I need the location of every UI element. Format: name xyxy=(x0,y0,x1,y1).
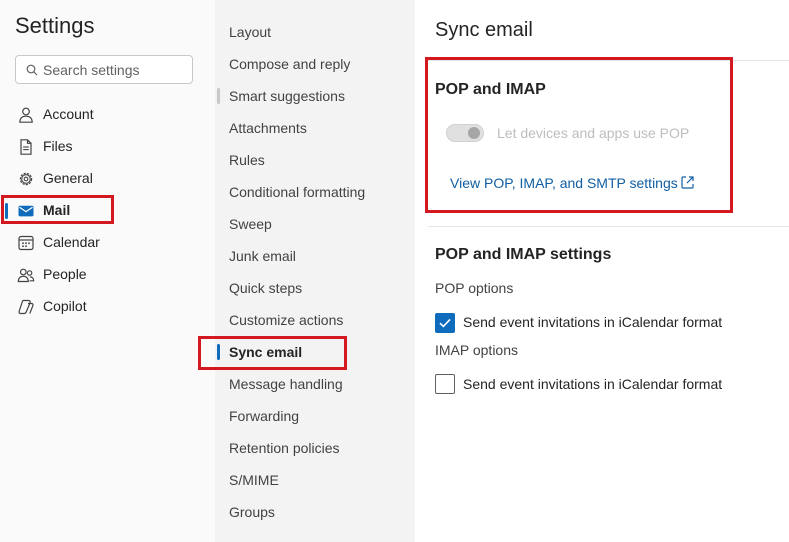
pop-icalendar-label: Send event invitations in iCalendar form… xyxy=(463,314,723,330)
checkmark-icon xyxy=(439,318,451,328)
people-icon xyxy=(17,268,35,283)
mail-nav-compose-and-reply[interactable]: Compose and reply xyxy=(229,56,350,76)
pop-toggle[interactable] xyxy=(446,124,484,142)
imap-icalendar-checkbox[interactable] xyxy=(435,374,455,394)
search-input[interactable] xyxy=(43,60,188,79)
imap-options-label: IMAP options xyxy=(435,342,519,358)
person-icon xyxy=(19,107,33,123)
imap-icalendar-label: Send event invitations in iCalendar form… xyxy=(463,376,723,392)
mail-nav-retention-policies[interactable]: Retention policies xyxy=(229,440,340,460)
scroll-indicator xyxy=(217,88,220,104)
nav-copilot[interactable]: Copilot xyxy=(0,291,215,323)
page-title: Sync email xyxy=(435,19,533,41)
toggle-knob xyxy=(468,127,480,139)
settings-sidebar: Settings Account Files General xyxy=(0,0,215,542)
mail-nav-smime[interactable]: S/MIME xyxy=(229,472,279,492)
settings-title: Settings xyxy=(15,13,95,38)
nav-copilot-label: Copilot xyxy=(43,298,87,314)
mail-nav-message-handling[interactable]: Message handling xyxy=(229,376,343,396)
view-pop-imap-smtp-settings-link[interactable]: View POP, IMAP, and SMTP settings xyxy=(450,175,678,191)
nav-account[interactable]: Account xyxy=(0,99,215,131)
divider xyxy=(428,226,789,227)
search-icon xyxy=(26,64,38,76)
mail-nav-conditional-formatting[interactable]: Conditional formatting xyxy=(229,184,365,204)
mail-nav-sync-email[interactable]: Sync email xyxy=(229,344,302,364)
selection-indicator xyxy=(5,203,8,219)
nav-general[interactable]: General xyxy=(0,163,215,195)
calendar-icon xyxy=(18,235,34,251)
mail-nav-quick-steps[interactable]: Quick steps xyxy=(229,280,302,300)
mail-nav-layout[interactable]: Layout xyxy=(229,24,271,44)
mail-nav-junk-email[interactable]: Junk email xyxy=(229,248,296,268)
divider xyxy=(428,60,789,61)
gear-icon xyxy=(19,172,33,186)
nav-calendar[interactable]: Calendar xyxy=(0,227,215,259)
mail-nav-forwarding[interactable]: Forwarding xyxy=(229,408,299,428)
search-box[interactable] xyxy=(15,55,193,84)
pop-imap-heading: POP and IMAP xyxy=(435,81,546,98)
nav-account-label: Account xyxy=(43,106,94,122)
pop-imap-settings-heading: POP and IMAP settings xyxy=(435,246,612,263)
pop-options-label: POP options xyxy=(435,280,514,296)
nav-mail[interactable]: Mail xyxy=(0,195,215,227)
copilot-icon xyxy=(18,299,34,315)
nav-people-label: People xyxy=(43,266,87,282)
mail-nav-groups[interactable]: Groups xyxy=(229,504,275,524)
mail-icon xyxy=(18,205,34,217)
nav-calendar-label: Calendar xyxy=(43,234,100,250)
pop-icalendar-checkbox[interactable] xyxy=(435,313,455,333)
document-icon xyxy=(20,139,32,155)
mail-nav-attachments[interactable]: Attachments xyxy=(229,120,307,140)
nav-files-label: Files xyxy=(43,138,73,154)
pop-toggle-label: Let devices and apps use POP xyxy=(497,125,690,141)
mail-nav-rules[interactable]: Rules xyxy=(229,152,265,172)
nav-people[interactable]: People xyxy=(0,259,215,291)
selection-indicator xyxy=(217,344,220,360)
mail-nav-sweep[interactable]: Sweep xyxy=(229,216,272,236)
nav-files[interactable]: Files xyxy=(0,131,215,163)
mail-nav-customize-actions[interactable]: Customize actions xyxy=(229,312,343,332)
open-external-icon[interactable] xyxy=(680,175,695,190)
mail-settings-nav xyxy=(215,0,415,542)
nav-mail-label: Mail xyxy=(43,202,71,218)
mail-nav-smart-suggestions[interactable]: Smart suggestions xyxy=(229,88,345,108)
nav-general-label: General xyxy=(43,170,93,186)
